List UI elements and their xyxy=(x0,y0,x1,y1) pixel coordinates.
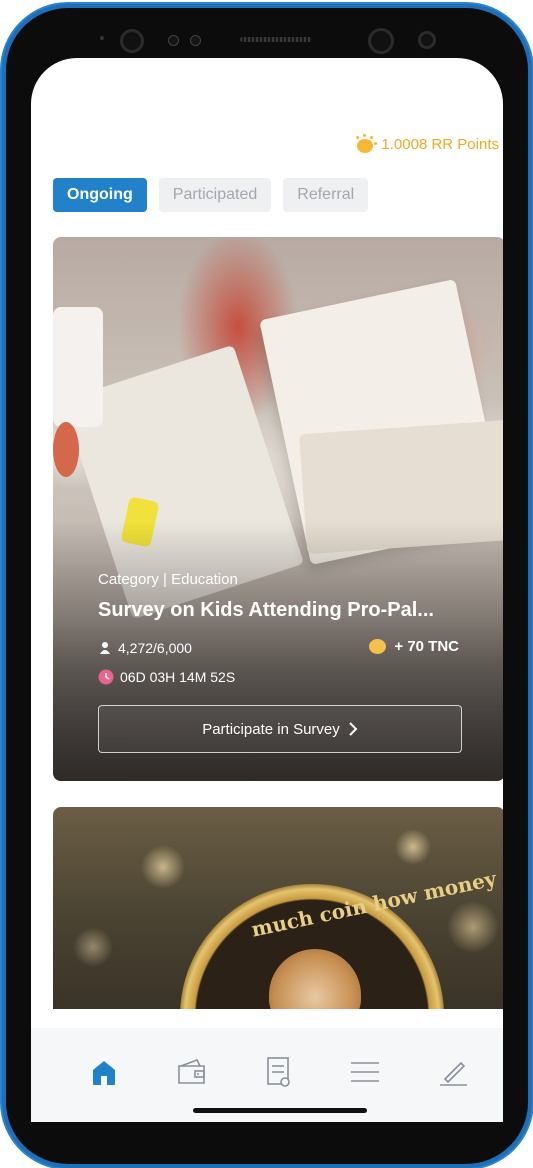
survey-card[interactable]: Category | Education Survey on Kids Atte… xyxy=(53,237,503,781)
nav-wallet[interactable] xyxy=(172,1052,212,1092)
participate-button[interactable]: Participate in Survey xyxy=(98,705,462,753)
pencil-icon xyxy=(440,1061,467,1086)
participants-count: 4,272/6,000 xyxy=(118,640,192,656)
nav-menu[interactable] xyxy=(345,1052,385,1092)
points-text: 1.0008 RR Points xyxy=(381,135,499,153)
participants-row: 4,272/6,000 xyxy=(98,640,192,656)
camera-lens-icon xyxy=(368,28,394,54)
nav-document[interactable] xyxy=(258,1052,298,1092)
home-icon xyxy=(93,1061,115,1085)
menu-icon xyxy=(351,1062,379,1082)
tab-ongoing[interactable]: Ongoing xyxy=(53,178,147,212)
coin-sparkle-icon xyxy=(355,134,378,154)
participate-button-label: Participate in Survey xyxy=(202,720,340,738)
tab-referral[interactable]: Referral xyxy=(283,178,369,212)
reward-amount: + 70 TNC xyxy=(394,638,459,655)
home-indicator[interactable] xyxy=(193,1108,367,1113)
points-balance[interactable]: 1.0008 RR Points xyxy=(355,134,499,154)
app-screen: 1.0008 RR Points Ongoing Participated Re… xyxy=(31,58,503,1122)
survey-card-2[interactable]: much coin how money xyxy=(53,807,503,1009)
reward-badge: + 70 TNC xyxy=(369,638,459,655)
survey-title[interactable]: Survey on Kids Attending Pro-Pal... xyxy=(98,599,434,622)
clock-icon xyxy=(98,669,114,685)
survey-category: Category | Education xyxy=(98,571,238,588)
tab-bar: Ongoing Participated Referral xyxy=(53,178,369,212)
front-camera-icon xyxy=(120,29,144,53)
document-icon xyxy=(267,1057,290,1087)
tab-participated[interactable]: Participated xyxy=(158,178,272,212)
speaker-grill xyxy=(240,37,312,42)
nav-home[interactable] xyxy=(84,1052,124,1092)
wallet-icon xyxy=(178,1058,205,1084)
chevron-right-icon xyxy=(349,722,358,736)
nav-edit[interactable] xyxy=(433,1052,473,1092)
countdown-timer: 06D 03H 14M 52S xyxy=(120,669,236,685)
tnc-coin-icon xyxy=(369,639,387,654)
participants-icon xyxy=(100,642,110,654)
phone-notch xyxy=(0,26,533,56)
sensor-icon xyxy=(418,31,436,49)
countdown-row: 06D 03H 14M 52S xyxy=(98,669,235,685)
